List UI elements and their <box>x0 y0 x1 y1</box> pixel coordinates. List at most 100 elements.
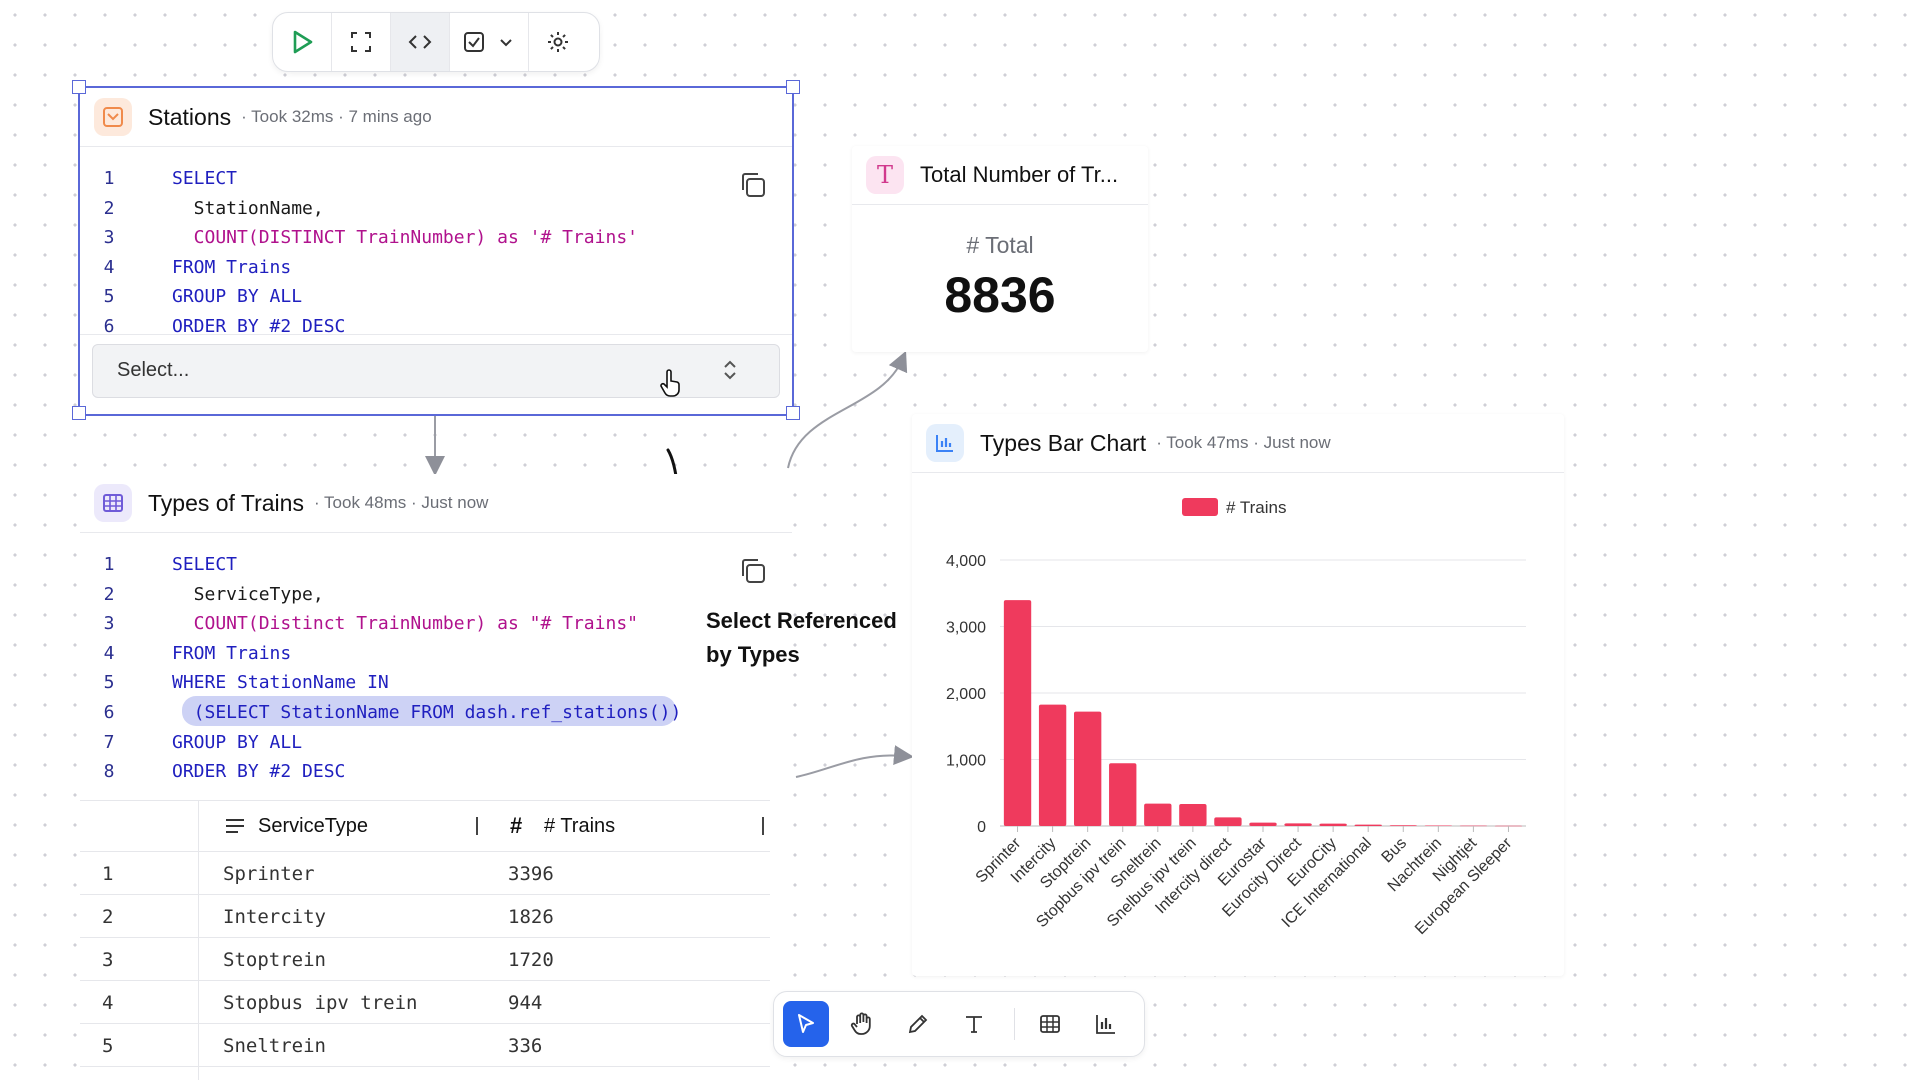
table-tool-button[interactable] <box>1027 1001 1073 1047</box>
table-row[interactable]: 4 Stopbus ipv trein 944 <box>80 980 770 1024</box>
column-resizer[interactable] <box>476 817 478 835</box>
chevron-down-icon <box>500 39 512 47</box>
bar <box>1109 763 1137 826</box>
results-table: ServiceType # # Trains 1 Sprinter 3396 2… <box>80 800 770 1080</box>
total-header: T Total Number of Tr... <box>852 146 1148 205</box>
panel-title: Total Number of Tr... <box>920 162 1119 187</box>
toolbar-divider <box>1014 1008 1015 1040</box>
code-icon <box>408 35 432 49</box>
code-toggle-button[interactable] <box>391 13 450 71</box>
chart-node-icon <box>926 424 964 462</box>
settings-button[interactable] <box>529 13 587 71</box>
gear-icon <box>548 32 568 52</box>
bar <box>1319 823 1347 826</box>
column-header-servicetype[interactable]: ServiceType <box>258 815 368 838</box>
text-column-icon <box>226 819 244 833</box>
table-row[interactable]: 5 Sneltrein 336 <box>80 1023 770 1067</box>
cell-trains: 944 <box>508 992 543 1014</box>
y-tick-label: 2,000 <box>946 686 986 703</box>
pen-tool-button[interactable] <box>895 1001 941 1047</box>
row-index: 5 <box>102 1035 114 1057</box>
y-tick-label: 0 <box>977 819 986 836</box>
y-tick-label: 3,000 <box>946 620 986 637</box>
code-line: GROUP BY ALL <box>172 732 303 753</box>
hand-icon <box>850 1012 871 1035</box>
row-index: 3 <box>102 949 114 971</box>
cell-trains: 1826 <box>508 906 554 928</box>
bar-chart: # Trains01,0002,0003,0004,000SprinterInt… <box>946 498 1526 938</box>
node-toolbar <box>272 12 600 72</box>
line-number: 3 <box>103 613 115 634</box>
select-tool-button[interactable] <box>783 1001 829 1047</box>
connector-types-to-chart <box>795 745 914 778</box>
selection-frame <box>78 86 794 416</box>
fullscreen-button[interactable] <box>332 13 391 71</box>
expand-icon <box>351 32 371 52</box>
table-node-icon <box>94 484 132 522</box>
pencil-icon <box>908 1014 928 1034</box>
cell-servicetype: Sprinter <box>223 863 315 885</box>
table-row[interactable]: 2 Intercity 1826 <box>80 894 770 938</box>
resize-handle[interactable] <box>786 406 800 420</box>
cell-servicetype: Stoptrein <box>223 949 326 971</box>
bar <box>1389 825 1417 826</box>
display-type-dropdown[interactable] <box>450 13 529 71</box>
hand-tool-button[interactable] <box>839 1001 885 1047</box>
table-icon <box>1040 1015 1060 1033</box>
checkbox-icon <box>464 32 484 52</box>
bar <box>1003 600 1032 826</box>
chart-panel[interactable]: Types Bar Chart · Took 47ms · Just now #… <box>912 414 1564 976</box>
y-tick-label: 1,000 <box>946 753 986 770</box>
types-code-editor[interactable]: 1 SELECT 2 ServiceType, 3 COUNT(Distinct… <box>80 550 792 790</box>
line-number: 8 <box>103 761 115 782</box>
resize-handle[interactable] <box>72 406 86 420</box>
resize-handle[interactable] <box>72 80 86 94</box>
run-button[interactable] <box>273 13 332 71</box>
code-line: (SELECT StationName FROM dash.ref_statio… <box>172 702 682 723</box>
column-resizer[interactable] <box>762 817 764 835</box>
bar-chart-icon <box>1096 1015 1115 1034</box>
bar <box>1214 817 1242 826</box>
bar <box>1144 803 1172 826</box>
table-row[interactable]: 1 Sprinter 3396 <box>80 851 770 895</box>
panel-meta: · Took 48ms · Just now <box>313 493 489 512</box>
total-panel[interactable]: T Total Number of Tr... # Total 8836 <box>852 146 1148 352</box>
cell-trains: 1720 <box>508 949 554 971</box>
legend-label: # Trains <box>1226 498 1286 517</box>
line-number: 4 <box>103 643 115 664</box>
text-icon <box>966 1016 982 1033</box>
hash-icon: # <box>510 813 523 838</box>
line-number: 2 <box>103 584 115 605</box>
row-index: 2 <box>102 906 114 928</box>
column-header-trains[interactable]: # Trains <box>544 815 615 838</box>
line-number: 5 <box>103 672 115 693</box>
text-tool-button[interactable] <box>951 1001 997 1047</box>
bar <box>1424 825 1453 826</box>
cell-servicetype: Stopbus ipv trein <box>223 992 418 1014</box>
cursor-icon <box>798 1014 814 1033</box>
bar <box>1354 824 1382 826</box>
chart-tool-button[interactable] <box>1083 1001 1129 1047</box>
text-node-icon: T <box>866 156 904 194</box>
copy-icon[interactable] <box>738 556 768 586</box>
canvas-toolbar <box>773 991 1145 1057</box>
resize-handle[interactable] <box>786 80 800 94</box>
code-line: SELECT <box>172 554 238 575</box>
cell-servicetype: Sneltrein <box>223 1035 326 1057</box>
code-line: WHERE StationName IN <box>172 672 389 693</box>
line-number: 1 <box>103 554 115 575</box>
cell-trains: 336 <box>508 1035 543 1057</box>
bar <box>1179 804 1207 826</box>
table-header: ServiceType # # Trains <box>80 800 770 852</box>
table-row[interactable]: 3 Stoptrein 1720 <box>80 937 770 981</box>
row-index: 4 <box>102 992 114 1014</box>
bar <box>1073 711 1102 826</box>
types-header: Types of Trains · Took 48ms · Just now <box>80 474 792 533</box>
chart-header: Types Bar Chart · Took 47ms · Just now <box>912 414 1564 473</box>
annotation-line: by Types <box>706 642 800 667</box>
cell-trains: 3396 <box>508 863 554 885</box>
code-line: ORDER BY #2 DESC <box>172 761 346 782</box>
row-index: 1 <box>102 863 114 885</box>
panel-meta: · Took 47ms · Just now <box>1156 433 1331 452</box>
code-line: FROM Trains <box>172 643 292 664</box>
